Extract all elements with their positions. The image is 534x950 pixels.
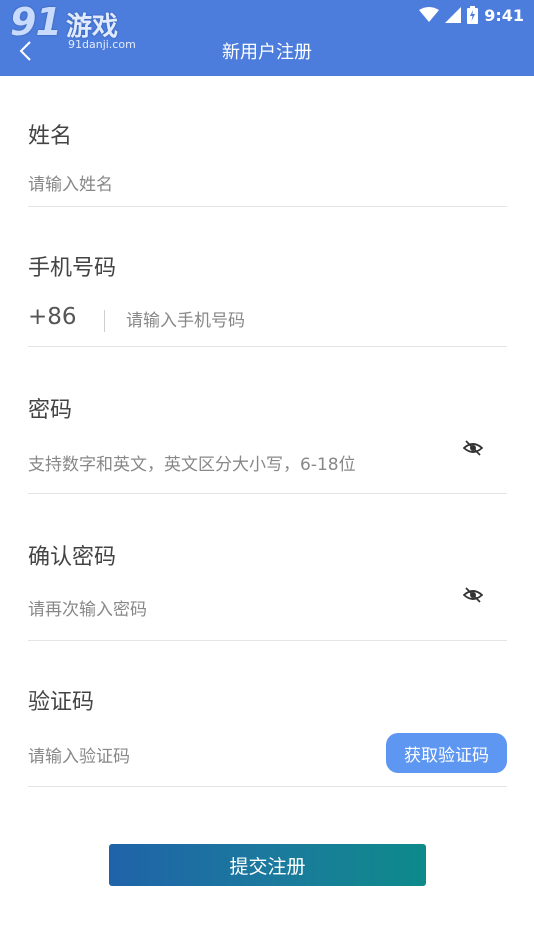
eye-off-icon[interactable] — [463, 585, 483, 605]
status-bar: 9:41 — [419, 4, 524, 26]
verification-input[interactable]: 请输入验证码 — [28, 742, 130, 767]
page-title: 新用户注册 — [222, 42, 312, 63]
confirm-password-input[interactable]: 请再次输入密码 — [28, 595, 147, 620]
confirm-password-label: 确认密码 — [28, 545, 117, 570]
name-label: 姓名 — [28, 124, 73, 149]
name-field: 姓名 请输入姓名 — [28, 116, 507, 207]
confirm-password-field: 确认密码 请再次输入密码 — [28, 537, 507, 641]
prefix-divider — [104, 310, 105, 332]
wifi-icon — [419, 7, 440, 22]
app-header: 91 游戏 91danji.com 9:41 新用户注册 — [0, 0, 534, 76]
signal-icon — [445, 7, 462, 23]
status-time: 9:41 — [484, 5, 524, 25]
phone-field: 手机号码 +86 请输入手机号码 — [28, 250, 507, 347]
password-input[interactable]: 支持数字和英文，英文区分大小写，6-18位 — [28, 450, 356, 475]
phone-input[interactable]: 请输入手机号码 — [126, 306, 245, 331]
password-field: 密码 支持数字和英文，英文区分大小写，6-18位 — [28, 390, 507, 494]
country-code[interactable]: +86 — [28, 304, 77, 330]
password-label: 密码 — [28, 398, 73, 423]
battery-icon — [467, 6, 479, 24]
phone-label: 手机号码 — [28, 256, 117, 281]
name-input[interactable]: 请输入姓名 — [28, 170, 113, 195]
verification-label: 验证码 — [28, 690, 95, 715]
eye-off-icon[interactable] — [463, 438, 483, 458]
get-code-button[interactable]: 获取验证码 — [386, 733, 507, 773]
verification-field: 验证码 请输入验证码 获取验证码 — [28, 684, 507, 787]
submit-register-button[interactable]: 提交注册 — [109, 844, 426, 886]
